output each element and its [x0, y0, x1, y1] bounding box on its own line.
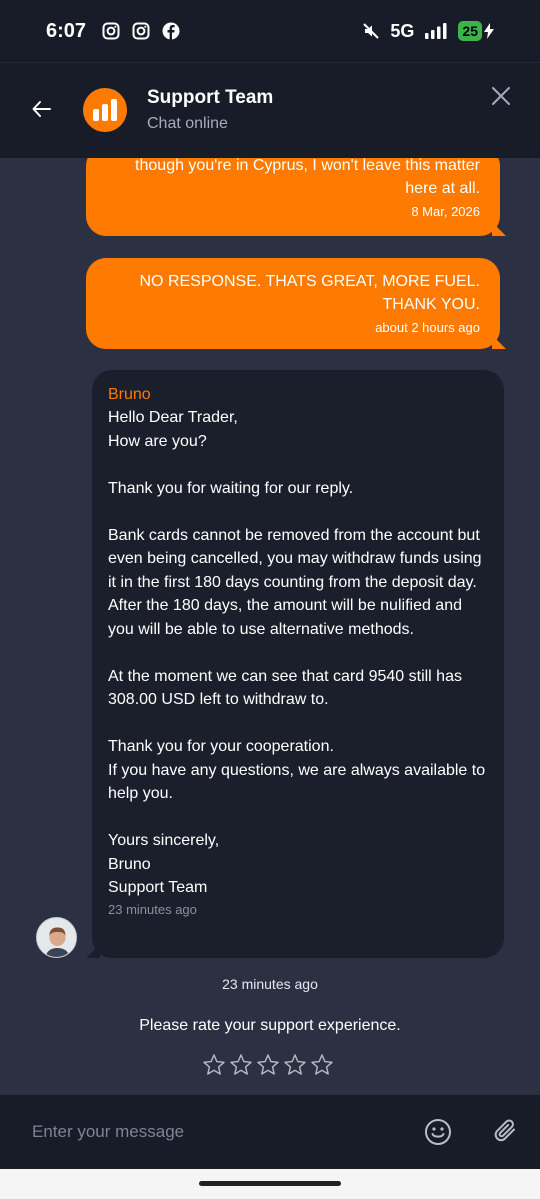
- avatar-image: [37, 918, 76, 957]
- battery-level: 25: [462, 23, 478, 39]
- paperclip-icon[interactable]: [492, 1117, 520, 1145]
- mute-icon: [363, 23, 380, 39]
- charging-icon: [484, 23, 494, 39]
- message-time: 8 Mar, 2026: [411, 204, 480, 219]
- timestamp-divider: 23 minutes ago: [222, 976, 318, 992]
- rating-stars: [202, 1053, 334, 1077]
- back-arrow-icon[interactable]: [30, 97, 54, 121]
- agent-avatar: [36, 917, 77, 958]
- message-text: Hello Dear Trader, How are you? Thank yo…: [108, 409, 486, 896]
- message-composer: [0, 1095, 540, 1169]
- star-icon[interactable]: [202, 1053, 226, 1077]
- message-time: 23 minutes ago: [108, 901, 197, 917]
- star-icon[interactable]: [310, 1053, 334, 1077]
- emoji-icon[interactable]: [424, 1118, 452, 1146]
- bubble-tail: [86, 944, 100, 958]
- outgoing-message: though you're in Cyprus, I won't leave t…: [86, 158, 506, 236]
- star-icon[interactable]: [229, 1053, 253, 1077]
- incoming-message: Bruno Hello Dear Trader, How are you? Th…: [86, 370, 504, 958]
- message-text: though you're in Cyprus, I won't leave t…: [135, 158, 480, 197]
- support-logo: [83, 88, 127, 132]
- star-icon[interactable]: [283, 1053, 307, 1077]
- facebook-icon: [162, 22, 180, 40]
- chat-status: Chat online: [147, 115, 228, 132]
- chat-header: Support Team Chat online: [0, 62, 540, 158]
- home-indicator[interactable]: [199, 1181, 341, 1186]
- rating-prompt: Please rate your support experience.: [139, 1017, 401, 1034]
- signal-icon: [425, 23, 447, 39]
- outgoing-message: NO RESPONSE. THATS GREAT, MORE FUEL. THA…: [86, 258, 506, 349]
- close-icon[interactable]: [490, 85, 512, 107]
- message-input[interactable]: [16, 1113, 396, 1151]
- sender-name: Bruno: [108, 386, 151, 403]
- bubble-tail: [492, 222, 506, 236]
- status-right: 5G 25: [362, 21, 494, 42]
- system-nav-bar: [0, 1169, 540, 1199]
- status-time: 6:07: [46, 19, 87, 42]
- star-icon[interactable]: [256, 1053, 280, 1077]
- battery-indicator: 25: [458, 21, 482, 41]
- network-type: 5G: [390, 20, 415, 41]
- chat-title: Support Team: [147, 87, 274, 108]
- chat-messages[interactable]: though you're in Cyprus, I won't leave t…: [0, 158, 540, 1095]
- status-bar: 6:07 5G 25: [0, 0, 540, 62]
- instagram-icon: [132, 22, 150, 40]
- message-time: about 2 hours ago: [375, 320, 480, 335]
- bubble-tail: [492, 335, 506, 349]
- status-left: 6:07: [46, 20, 180, 43]
- instagram-icon: [102, 22, 120, 40]
- message-text: NO RESPONSE. THATS GREAT, MORE FUEL. THA…: [139, 273, 481, 313]
